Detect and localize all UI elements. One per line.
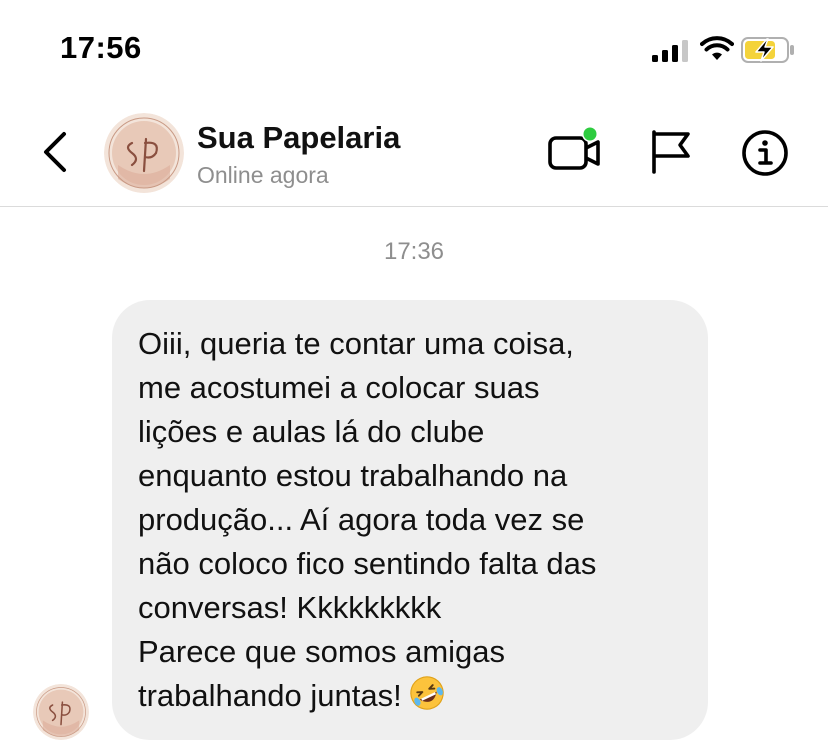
sender-avatar[interactable] bbox=[33, 684, 89, 740]
chevron-left-icon[interactable] bbox=[36, 128, 76, 176]
contact-status: Online agora bbox=[197, 162, 329, 188]
message-timestamp: 17:36 bbox=[383, 238, 445, 265]
message-text: Oiii, queria te contar uma coisa, me aco… bbox=[138, 322, 688, 718]
video-call-icon[interactable] bbox=[546, 124, 602, 176]
wifi-icon bbox=[700, 36, 734, 60]
cellular-signal-icon bbox=[652, 40, 688, 62]
message-bubble[interactable]: Oiii, queria te contar uma coisa, me aco… bbox=[112, 300, 708, 740]
info-icon[interactable] bbox=[740, 128, 790, 178]
avatar[interactable] bbox=[104, 113, 184, 193]
message-body: Oiii, queria te contar uma coisa, me aco… bbox=[138, 326, 597, 713]
battery-charging-icon bbox=[741, 37, 794, 63]
rolling-on-floor-laughing-emoji bbox=[409, 676, 444, 710]
chat-screen: 17:56 Sua Papelaria Online agora 17:36 O… bbox=[0, 0, 828, 756]
flag-icon[interactable] bbox=[648, 128, 694, 176]
header-divider bbox=[0, 206, 828, 207]
contact-name[interactable]: Sua Papelaria bbox=[197, 120, 400, 156]
status-time: 17:56 bbox=[60, 30, 142, 65]
chat-header: Sua Papelaria Online agora bbox=[0, 100, 828, 207]
